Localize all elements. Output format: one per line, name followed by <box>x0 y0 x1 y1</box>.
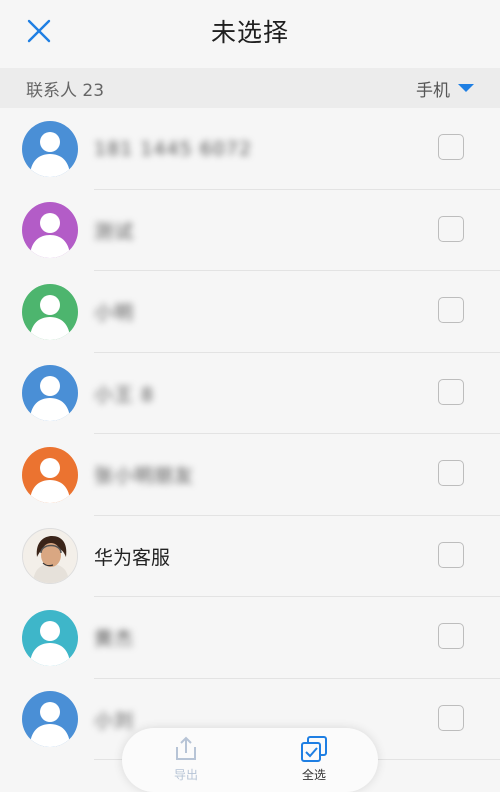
person-silhouette-icon <box>30 702 70 748</box>
filter-label: 手机 <box>416 80 450 101</box>
contact-row[interactable]: 181 1445 6072 <box>0 108 500 190</box>
page-title: 未选择 <box>210 18 289 47</box>
avatar <box>22 283 78 340</box>
contact-checkbox[interactable] <box>438 460 464 486</box>
contact-row[interactable]: 小明 <box>0 271 500 353</box>
phone-filter-dropdown[interactable]: 手机 <box>416 76 474 101</box>
contact-row[interactable]: 测试 <box>0 190 500 272</box>
top-bar: 未选择 <box>0 0 500 62</box>
contact-row[interactable]: 张小明朋友 <box>0 434 500 516</box>
contact-name: 小王 8 <box>94 383 155 406</box>
select-all-button[interactable]: 全选 <box>269 734 359 783</box>
contact-checkbox[interactable] <box>438 297 464 323</box>
caret-down-icon <box>458 84 474 92</box>
contact-checkbox[interactable] <box>438 378 464 405</box>
avatar <box>22 528 78 585</box>
bottom-action-bar: 导出 全选 <box>122 728 378 792</box>
avatar <box>22 365 78 422</box>
export-icon <box>176 736 196 760</box>
person-silhouette-icon <box>30 294 70 340</box>
close-button[interactable] <box>22 14 56 48</box>
select-all-icon <box>301 736 327 762</box>
contact-checkbox[interactable] <box>438 623 464 649</box>
select-all-label: 全选 <box>301 768 326 782</box>
section-header: 联系人 23 手机 <box>0 68 500 108</box>
contact-row[interactable]: 小王 8 <box>0 353 500 435</box>
contact-checkbox[interactable] <box>438 134 464 160</box>
contact-name: 测试 <box>94 220 135 243</box>
export-button[interactable]: 导出 <box>141 734 231 783</box>
contact-checkbox[interactable] <box>438 541 464 568</box>
avatar <box>22 691 78 748</box>
export-label: 导出 <box>173 768 198 782</box>
person-silhouette-icon <box>30 376 70 422</box>
person-silhouette-icon <box>30 457 70 503</box>
contact-checkbox[interactable] <box>438 704 464 731</box>
contact-count: 联系人 23 <box>26 80 105 101</box>
contact-name: 黄杰 <box>94 628 135 651</box>
avatar <box>22 202 78 259</box>
agent-photo-icon <box>23 529 77 584</box>
contact-name: 181 1445 6072 <box>94 137 253 160</box>
contact-name: 华为客服 <box>94 546 171 569</box>
person-silhouette-icon <box>30 213 70 259</box>
avatar <box>22 446 78 503</box>
contact-checkbox[interactable] <box>438 215 464 242</box>
person-silhouette-icon <box>30 620 70 666</box>
avatar <box>22 120 78 177</box>
person-silhouette-icon <box>30 131 70 177</box>
avatar <box>22 609 78 666</box>
contact-name: 张小明朋友 <box>94 465 195 488</box>
contact-list: 181 1445 6072 测试 小明 小王 8 张小明朋友 华为客服 黄杰 小刘 <box>0 108 500 778</box>
contact-row[interactable]: 华为客服 <box>0 516 500 598</box>
contact-row[interactable]: 黄杰 <box>0 597 500 679</box>
close-icon <box>27 19 51 43</box>
contact-name: 小明 <box>94 302 135 325</box>
